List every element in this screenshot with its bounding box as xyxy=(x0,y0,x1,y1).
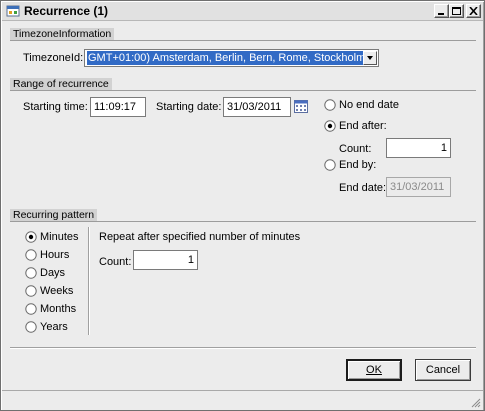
maximize-button[interactable] xyxy=(449,4,464,18)
pattern-months-label: Months xyxy=(40,303,77,315)
maximize-icon xyxy=(452,7,461,15)
timezone-section-title: TimezoneInformation xyxy=(10,28,115,40)
end-after-radio[interactable] xyxy=(324,120,336,132)
ok-button-label: OK xyxy=(366,364,382,376)
no-end-date-radio[interactable] xyxy=(324,99,336,111)
pattern-weeks-label: Weeks xyxy=(40,285,74,297)
pattern-days-radio[interactable] xyxy=(25,267,37,279)
pattern-minutes-label: Minutes xyxy=(40,231,79,243)
pattern-count-label: Count: xyxy=(99,256,132,268)
pattern-count-input[interactable]: 1 xyxy=(133,250,198,270)
close-icon xyxy=(469,7,478,15)
starting-date-label: Starting date: xyxy=(156,101,222,113)
window-title: Recurrence (1) xyxy=(24,4,109,18)
resize-grip-icon[interactable] xyxy=(469,396,481,408)
calendar-button[interactable] xyxy=(294,99,308,116)
range-section-title: Range of recurrence xyxy=(10,78,112,90)
pattern-hours-label: Hours xyxy=(40,249,70,261)
starting-date-input[interactable]: 31/03/2011 xyxy=(223,97,291,117)
end-after-label: End after: xyxy=(339,120,387,132)
pattern-years-radio[interactable] xyxy=(25,321,37,333)
pattern-years-label: Years xyxy=(40,321,68,333)
ok-button[interactable]: OK xyxy=(346,359,402,381)
bottom-separator xyxy=(10,347,476,349)
end-after-count-label: Count: xyxy=(339,143,372,155)
pattern-weeks-radio[interactable] xyxy=(25,285,37,297)
pattern-hours-radio[interactable] xyxy=(25,249,37,261)
timezone-select[interactable]: GMT+01:00) Amsterdam, Berlin, Bern, Rome… xyxy=(84,49,379,67)
no-end-date-label: No end date xyxy=(339,99,399,111)
end-by-radio[interactable] xyxy=(324,159,336,171)
pattern-description: Repeat after specified number of minutes xyxy=(99,231,301,243)
end-after-count-input[interactable]: 1 xyxy=(386,138,451,158)
cancel-button-label: Cancel xyxy=(425,364,461,376)
starting-time-label: Starting time: xyxy=(23,101,88,113)
pattern-months-radio[interactable] xyxy=(25,303,37,315)
status-bar xyxy=(2,390,483,410)
timezone-dropdown-button[interactable] xyxy=(363,51,377,65)
title-bar[interactable]: Recurrence (1) xyxy=(2,2,483,21)
calendar-icon xyxy=(294,100,308,113)
timezone-section-header: TimezoneInformation xyxy=(10,28,476,41)
recurrence-dialog: Recurrence (1) TimezoneInformation Timez… xyxy=(0,0,485,411)
pattern-section-title: Recurring pattern xyxy=(10,209,98,221)
end-date-label: End date: xyxy=(339,182,387,194)
close-button[interactable] xyxy=(466,4,481,18)
end-by-label: End by: xyxy=(339,159,377,171)
pattern-minutes-radio[interactable] xyxy=(25,231,37,243)
cancel-button[interactable]: Cancel xyxy=(415,359,471,381)
minimize-button[interactable] xyxy=(434,4,449,18)
pattern-section-header: Recurring pattern xyxy=(10,209,476,222)
app-icon xyxy=(6,4,20,18)
end-date-input[interactable]: 31/03/2011 xyxy=(386,177,451,197)
range-section-header: Range of recurrence xyxy=(10,78,476,91)
timezone-selected-value: GMT+01:00) Amsterdam, Berlin, Bern, Rome… xyxy=(87,51,363,65)
starting-time-input[interactable]: 11:09:17 xyxy=(90,97,146,117)
minimize-icon xyxy=(438,13,444,15)
timezone-label: TimezoneId: xyxy=(23,52,84,64)
pattern-divider xyxy=(88,227,90,335)
chevron-down-icon xyxy=(367,56,373,60)
pattern-days-label: Days xyxy=(40,267,66,279)
